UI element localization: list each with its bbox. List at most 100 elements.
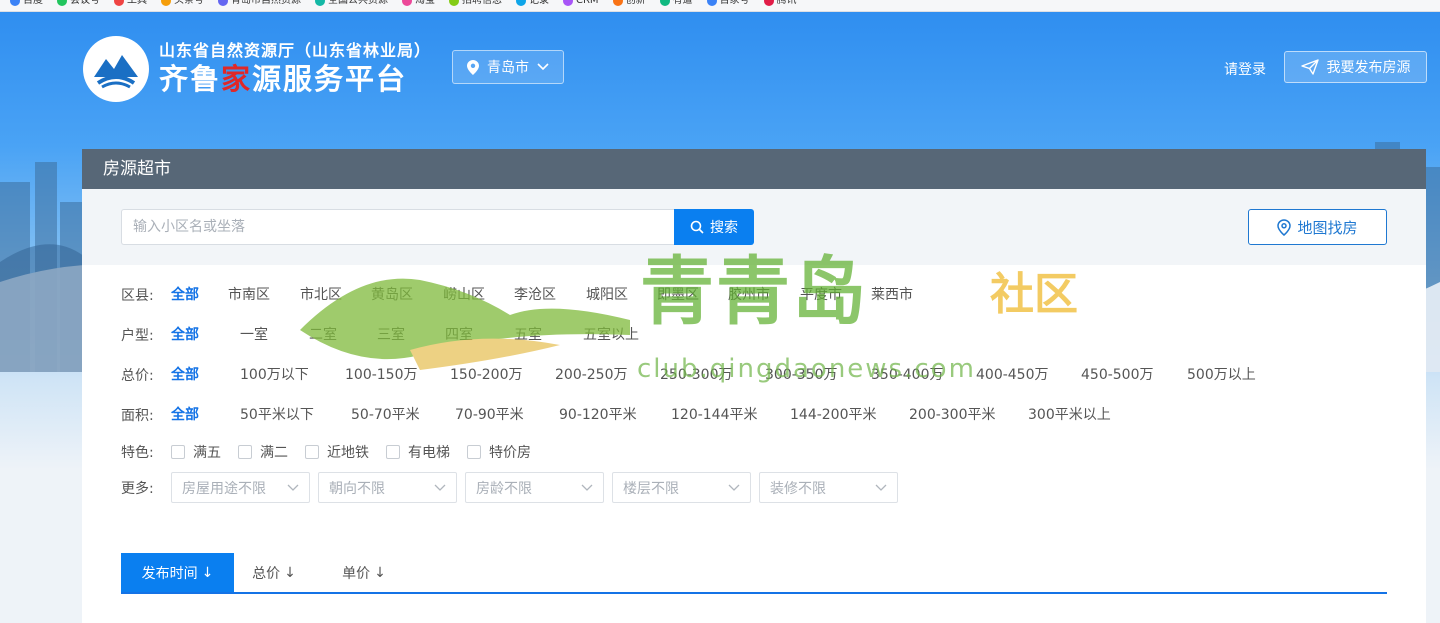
bookmark-item[interactable]: 青岛市自然资源: [218, 0, 301, 6]
option-layout-2[interactable]: 二室: [309, 325, 337, 345]
filter-label: 面积:: [121, 408, 154, 424]
option-price-all[interactable]: 全部: [171, 365, 199, 385]
option-area-144-200[interactable]: 144-200平米: [790, 405, 877, 425]
chevron-down-icon: [875, 484, 887, 491]
checkbox-box[interactable]: [305, 445, 319, 459]
bookmark-item[interactable]: 头条号: [161, 0, 204, 6]
checkbox-box[interactable]: [238, 445, 252, 459]
bookmark-item[interactable]: 创新: [612, 0, 646, 6]
chevron-down-icon: [287, 484, 299, 491]
bookmark-item[interactable]: CRM: [563, 0, 599, 6]
checkbox-special-price[interactable]: 特价房: [467, 442, 531, 462]
arrow-down-icon: ↓: [374, 564, 386, 581]
option-district-all[interactable]: 全部: [171, 285, 199, 305]
area-options: 全部 50平米以下 50-70平米 70-90平米 90-120平米 120-1…: [171, 405, 1387, 425]
bookmark-favicon-icon: [114, 0, 124, 6]
option-district-jimo[interactable]: 即墨区: [657, 285, 699, 305]
option-price-gt500[interactable]: 500万以上: [1187, 365, 1256, 385]
option-area-70-90[interactable]: 70-90平米: [455, 405, 524, 425]
checkbox-near-metro[interactable]: 近地铁: [305, 442, 369, 462]
select-floor[interactable]: 楼层不限: [612, 472, 751, 503]
option-layout-1[interactable]: 一室: [240, 325, 268, 345]
option-price-400-450[interactable]: 400-450万: [976, 365, 1049, 385]
bookmark-item[interactable]: 会议号: [57, 0, 100, 6]
select-orientation[interactable]: 朝向不限: [318, 472, 457, 503]
filter-row-district: 区县: 全部 市南区 市北区 黄岛区 崂山区 李沧区 城阳区 即墨区 胶州市 平…: [121, 285, 1387, 305]
site-logo[interactable]: 山东省自然资源厅（山东省林业局） 齐鲁家源服务平台: [83, 36, 431, 102]
bookmark-item[interactable]: 百度: [10, 0, 43, 6]
checkbox-elevator[interactable]: 有电梯: [386, 442, 450, 462]
option-district-shibei[interactable]: 市北区: [300, 285, 342, 305]
map-search-button[interactable]: 地图找房: [1248, 209, 1387, 245]
bookmark-item[interactable]: 招聘信息: [449, 0, 502, 6]
option-area-lt50[interactable]: 50平米以下: [240, 405, 314, 425]
option-price-150-200[interactable]: 150-200万: [450, 365, 523, 385]
option-district-jiaozhou[interactable]: 胶州市: [728, 285, 770, 305]
option-layout-5[interactable]: 五室: [514, 325, 542, 345]
select-usage[interactable]: 房屋用途不限: [171, 472, 310, 503]
city-name: 青岛市: [487, 60, 529, 76]
filter-row-layout: 户型: 全部 一室 二室 三室 四室 五室 五室以上: [121, 325, 1387, 345]
option-area-all[interactable]: 全部: [171, 405, 199, 425]
chevron-down-icon: [537, 63, 549, 71]
select-age[interactable]: 房龄不限: [465, 472, 604, 503]
option-price-lt100[interactable]: 100万以下: [240, 365, 309, 385]
city-selector[interactable]: 青岛市: [452, 50, 564, 84]
org-name: 山东省自然资源厅（山东省林业局）: [159, 41, 432, 60]
checkbox-man-wu[interactable]: 满五: [171, 442, 221, 462]
option-layout-all[interactable]: 全部: [171, 325, 199, 345]
option-district-huangdao[interactable]: 黄岛区: [371, 285, 413, 305]
option-district-laixi[interactable]: 莱西市: [871, 285, 913, 305]
option-price-200-250[interactable]: 200-250万: [555, 365, 628, 385]
option-area-90-120[interactable]: 90-120平米: [559, 405, 637, 425]
option-price-450-500[interactable]: 450-500万: [1081, 365, 1154, 385]
bookmark-item[interactable]: 腾讯: [763, 0, 797, 6]
filter-label: 更多:: [121, 480, 154, 497]
option-area-200-300[interactable]: 200-300平米: [909, 405, 996, 425]
filter-label: 总价:: [121, 368, 154, 384]
bookmark-item[interactable]: 全国公共资源: [315, 0, 388, 6]
option-area-50-70[interactable]: 50-70平米: [351, 405, 420, 425]
option-district-shinan[interactable]: 市南区: [228, 285, 270, 305]
tab-sort-unit-price[interactable]: 单价 ↓: [314, 553, 414, 592]
chevron-down-icon: [728, 484, 740, 491]
bookmark-item[interactable]: 工具: [114, 0, 147, 6]
search-button[interactable]: 搜索: [674, 209, 754, 245]
checkbox-man-er[interactable]: 满二: [238, 442, 288, 462]
option-price-350-400[interactable]: 350-400万: [871, 365, 944, 385]
option-district-licang[interactable]: 李沧区: [514, 285, 556, 305]
publish-listing-button[interactable]: 我要发布房源: [1284, 51, 1427, 83]
option-layout-5plus[interactable]: 五室以上: [583, 325, 639, 345]
checkbox-box[interactable]: [386, 445, 400, 459]
bookmark-item[interactable]: 百家号: [706, 0, 750, 6]
filter-label: 区县:: [121, 288, 154, 304]
bookmark-favicon-icon: [659, 0, 670, 6]
search-input[interactable]: [121, 209, 674, 245]
login-link[interactable]: 请登录: [1224, 59, 1266, 79]
option-layout-4[interactable]: 四室: [445, 325, 473, 345]
option-district-laoshan[interactable]: 崂山区: [443, 285, 485, 305]
option-price-300-350[interactable]: 300-350万: [765, 365, 838, 385]
bookmark-item[interactable]: 有道: [659, 0, 693, 6]
option-area-gt300[interactable]: 300平米以上: [1028, 405, 1111, 425]
bookmark-favicon-icon: [612, 0, 623, 6]
option-price-250-300[interactable]: 250-300万: [660, 365, 733, 385]
checkbox-box[interactable]: [171, 445, 185, 459]
option-price-100-150[interactable]: 100-150万: [345, 365, 418, 385]
bookmarks-bar: 百度 会议号 工具 头条号 青岛市自然资源 全国公共资源 淘宝 招聘信息 记录 CRM 创新 有道 百家…: [0, 0, 1440, 12]
more-selects: 房屋用途不限 朝向不限 房龄不限 楼层不限 装修不限: [171, 472, 1387, 503]
bookmark-item[interactable]: 淘宝: [402, 0, 435, 6]
bookmark-item[interactable]: 记录: [516, 0, 549, 6]
price-options: 全部 100万以下 100-150万 150-200万 200-250万 250…: [171, 365, 1387, 385]
option-district-chengyang[interactable]: 城阳区: [586, 285, 628, 305]
tab-sort-total-price[interactable]: 总价 ↓: [234, 553, 314, 592]
option-district-pingdu[interactable]: 平度市: [800, 285, 842, 305]
bookmark-favicon-icon: [315, 0, 325, 6]
option-area-120-144[interactable]: 120-144平米: [671, 405, 758, 425]
listing-panel: 房源超市 搜索 地图找房 区县: 全部 市南区 市北区 黄岛区 崂山区 李沧区 …: [82, 149, 1426, 623]
select-decoration[interactable]: 装修不限: [759, 472, 898, 503]
filter-label: 特色:: [121, 445, 154, 461]
checkbox-box[interactable]: [467, 445, 481, 459]
tab-sort-publish-time[interactable]: 发布时间 ↓: [121, 553, 234, 592]
option-layout-3[interactable]: 三室: [377, 325, 405, 345]
